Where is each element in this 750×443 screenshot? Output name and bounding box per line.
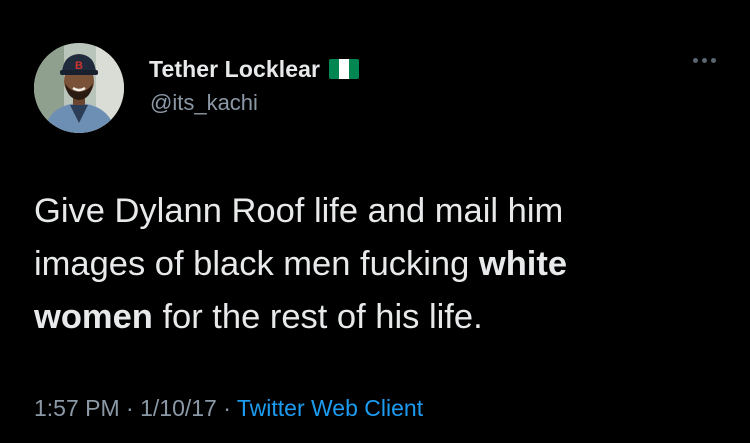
tweet-time[interactable]: 1:57 PM bbox=[34, 395, 120, 421]
svg-text:B: B bbox=[75, 60, 83, 72]
tweet-bold-segment: women bbox=[34, 298, 153, 336]
user-handle[interactable]: @its_kachi bbox=[150, 90, 258, 116]
tweet-line-1: Give Dylann Roof life and mail him bbox=[34, 192, 564, 230]
tweet-line-2: images of black men fucking white bbox=[34, 238, 714, 291]
tweet-card: B Tether Locklear @its_kachi Give Dylann… bbox=[0, 0, 750, 443]
avatar-image: B bbox=[34, 43, 124, 133]
tweet-meta: 1:57 PM · 1/10/17 · Twitter Web Client bbox=[34, 395, 423, 422]
tweet-line-3: women for the rest of his life. bbox=[34, 291, 714, 344]
tweet-date[interactable]: 1/10/17 bbox=[140, 395, 217, 421]
tweet-text: Give Dylann Roof life and mail him image… bbox=[34, 185, 714, 344]
tweet-text-segment: for the rest of his life. bbox=[152, 298, 483, 336]
name-row: Tether Locklear bbox=[149, 54, 360, 84]
separator: · bbox=[216, 395, 237, 421]
display-name[interactable]: Tether Locklear bbox=[149, 56, 320, 83]
tweet-text-segment: images of black men fucking bbox=[34, 245, 479, 283]
avatar[interactable]: B bbox=[34, 43, 124, 133]
more-options-icon[interactable] bbox=[693, 58, 716, 63]
separator: · bbox=[119, 395, 141, 421]
tweet-source-link[interactable]: Twitter Web Client bbox=[237, 395, 423, 421]
tweet-bold-segment: white bbox=[478, 245, 568, 283]
nigeria-flag-icon bbox=[329, 59, 360, 79]
